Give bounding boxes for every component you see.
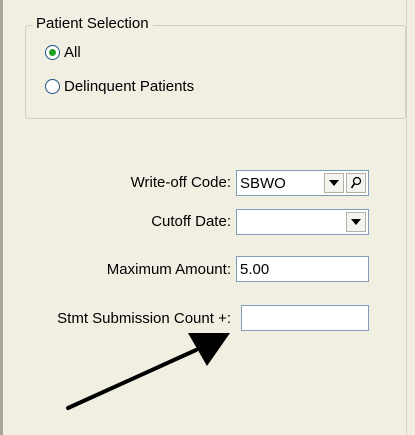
arrow-icon xyxy=(66,333,230,410)
